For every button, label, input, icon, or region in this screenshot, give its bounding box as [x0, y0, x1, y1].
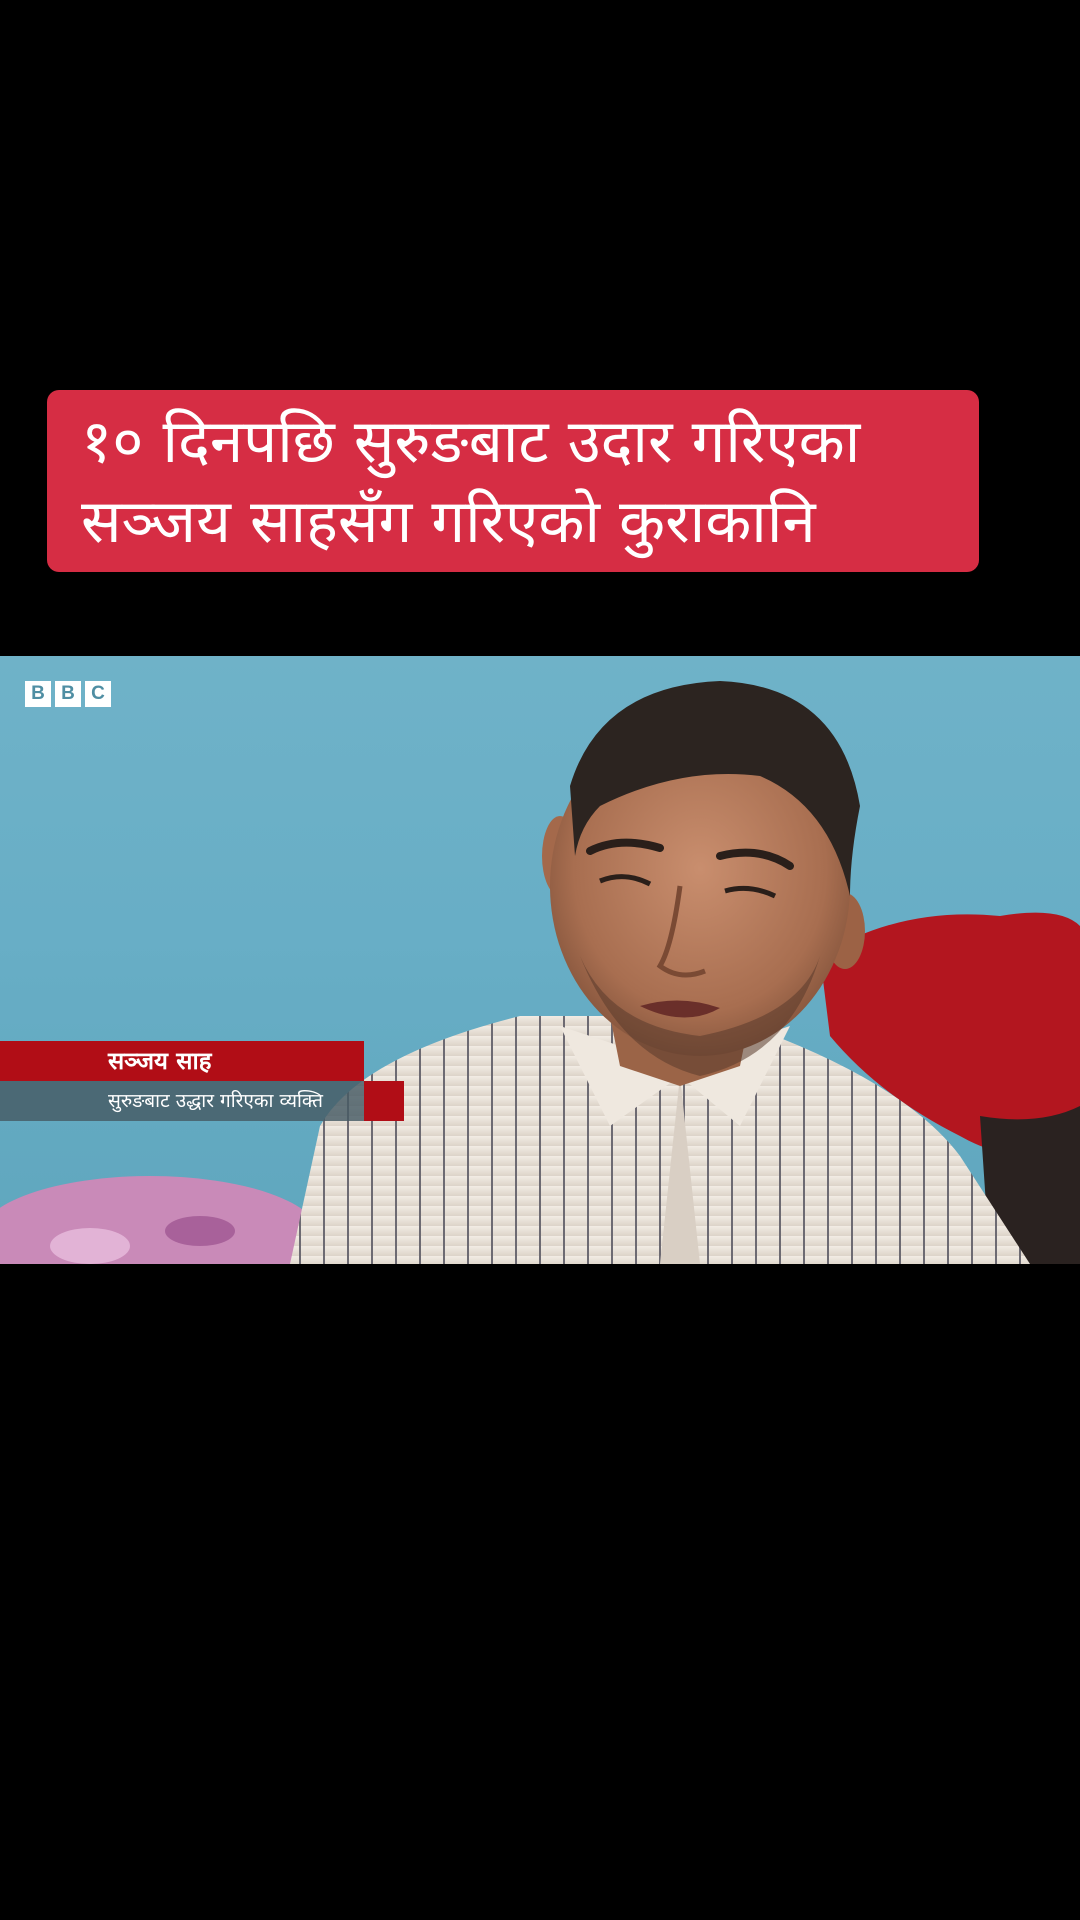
headline-line-2: सञ्जय साहसँग गरिएको कुराकानि — [81, 487, 816, 557]
speaker-role: सुरुङबाट उद्धार गरिएका व्यक्ति — [108, 1090, 323, 1112]
video-post-page: १० दिनपछि सुरुङबाट उदार गरिएका सञ्जय साह… — [0, 0, 1080, 1920]
speaker-name: सञ्जय साह — [108, 1047, 212, 1075]
lower-third-accent — [364, 1081, 404, 1121]
headline-caption-box: १० दिनपछि सुरुङबाट उदार गरिएका सञ्जय साह… — [47, 390, 979, 572]
headline-line-1: १० दिनपछि सुरुङबाट उदार गरिएका — [81, 407, 861, 477]
bbc-logo-letter: C — [85, 681, 111, 707]
interview-scene-illustration — [0, 681, 1080, 1264]
video-frame[interactable]: B B C सञ्जय साह सुरुङबाट उद्धार गरिएका व… — [0, 656, 1080, 1264]
bbc-logo-letter: B — [55, 681, 81, 707]
bbc-logo-letter: B — [25, 681, 51, 707]
bbc-logo: B B C — [25, 681, 111, 707]
lower-third-caption: सञ्जय साह सुरुङबाट उद्धार गरिएका व्यक्ति — [0, 1041, 410, 1121]
